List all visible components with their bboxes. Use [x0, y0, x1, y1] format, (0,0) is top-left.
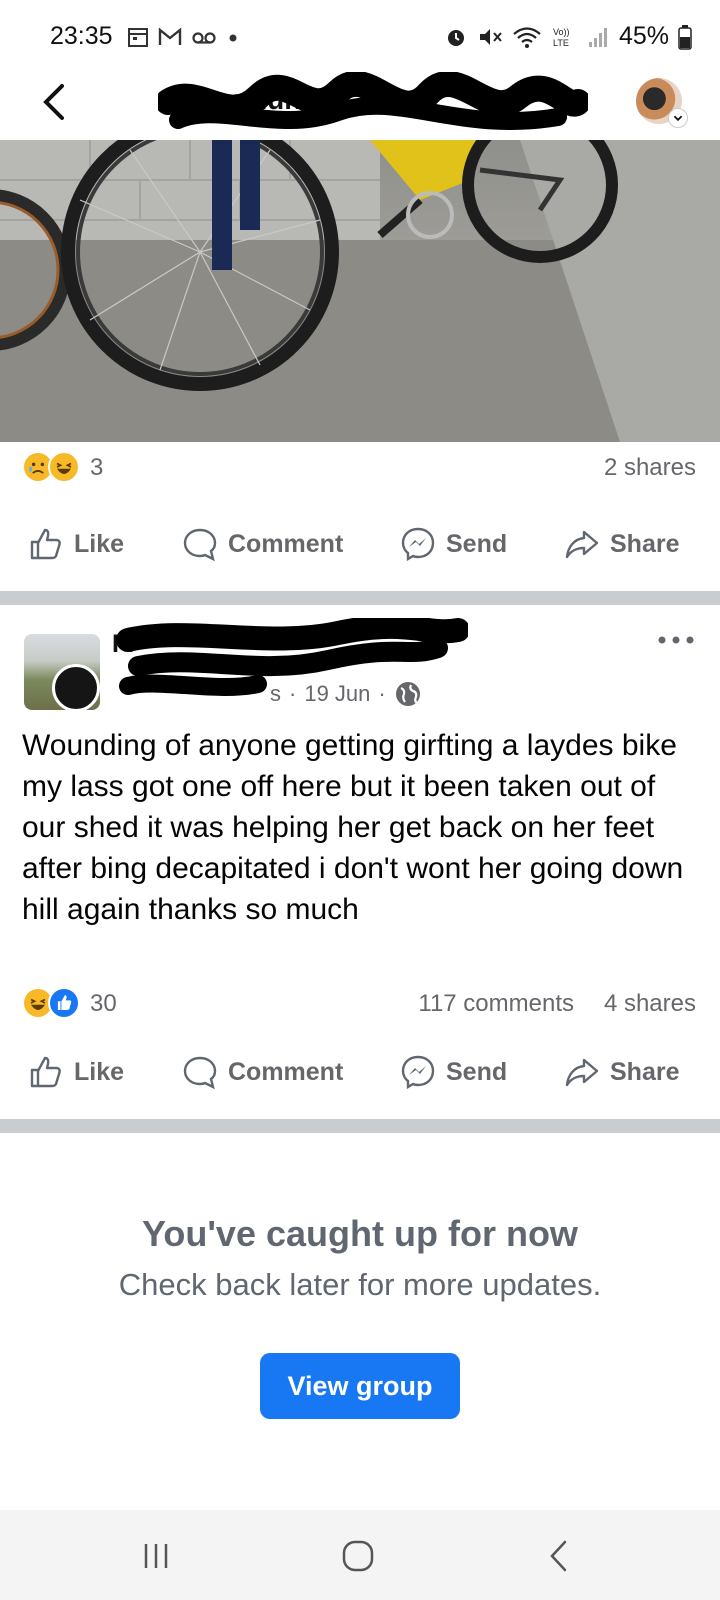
chevron-down-icon[interactable]: [668, 108, 688, 128]
caught-up-title: You've caught up for now: [142, 1213, 578, 1254]
redaction-scribble: [158, 72, 588, 130]
home-icon[interactable]: [338, 1536, 378, 1576]
more-options-icon[interactable]: [654, 628, 698, 652]
status-time: 23:35: [50, 22, 113, 50]
author-avatar[interactable]: [52, 664, 100, 712]
comments-count[interactable]: 117 comments: [418, 990, 574, 1018]
post2-reactions-summary[interactable]: 30 117 comments 4 shares: [0, 983, 720, 1023]
like-icon: [30, 528, 61, 560]
bike-photo: [0, 140, 720, 442]
alarm-icon: [447, 29, 464, 46]
dot-icon: [229, 34, 237, 42]
share-button[interactable]: Share: [564, 1054, 679, 1090]
volte-icon: Vo)) LTE: [553, 27, 570, 48]
post-meta: s · 19 Jun ·: [270, 680, 422, 708]
comment-button[interactable]: Comment: [182, 526, 343, 562]
system-nav-bar: [0, 1510, 720, 1600]
post-text: Wounding of anyone getting girfting a la…: [22, 729, 684, 926]
post1-actions: Like Comment Send Share: [0, 516, 720, 576]
send-button[interactable]: Send: [400, 1054, 507, 1090]
messenger-icon: [401, 527, 435, 562]
svg-text:LTE: LTE: [553, 38, 569, 48]
comment-label: Comment: [228, 1057, 344, 1086]
like-button[interactable]: Like: [28, 526, 124, 562]
status-bar: 23:35 Vo)) LTE 45%: [0, 0, 720, 80]
battery-icon: [678, 24, 692, 50]
messenger-icon: [401, 1055, 435, 1090]
mute-icon: [479, 28, 502, 45]
post1-reactions-summary[interactable]: 3 2 shares: [0, 447, 720, 487]
send-label: Send: [446, 529, 508, 558]
share-button[interactable]: Share: [564, 526, 679, 562]
globe-icon: [395, 682, 420, 706]
comment-label: Comment: [228, 529, 344, 558]
back-icon[interactable]: [540, 1536, 580, 1576]
voicemail-icon: [192, 32, 216, 44]
reaction-count: 30: [90, 990, 117, 1017]
haha-reaction-icon: [48, 451, 80, 483]
post-divider: [0, 591, 720, 605]
group-header: Community: [0, 72, 720, 140]
like-label: Like: [74, 529, 125, 558]
recent-apps-icon[interactable]: [136, 1536, 176, 1576]
send-button[interactable]: Send: [400, 526, 507, 562]
share-icon: [565, 530, 599, 559]
view-group-button[interactable]: View group: [260, 1353, 460, 1419]
back-arrow-icon[interactable]: [36, 78, 76, 126]
send-label: Send: [446, 1057, 508, 1086]
like-icon: [30, 1056, 61, 1088]
post-date[interactable]: 19 Jun: [304, 681, 370, 707]
share-label: Share: [610, 529, 680, 558]
gmail-icon: [158, 27, 182, 45]
meta-suffix: s: [270, 681, 281, 706]
post2-actions: Like Comment Send Share: [0, 1044, 720, 1104]
calendar-icon: [128, 28, 148, 47]
meta-separator: ·: [289, 681, 297, 706]
svg-text:Vo)): Vo)): [553, 27, 570, 37]
comment-icon: [183, 528, 217, 562]
comment-icon: [183, 1056, 217, 1090]
shares-count[interactable]: 4 shares: [604, 990, 696, 1018]
post-photo[interactable]: [0, 140, 720, 442]
comment-button[interactable]: Comment: [182, 1054, 343, 1090]
battery-percent: 45%: [618, 22, 669, 50]
share-label: Share: [610, 1057, 680, 1086]
like-button[interactable]: Like: [28, 1054, 124, 1090]
shares-count[interactable]: 2 shares: [604, 454, 696, 482]
like-label: Like: [74, 1057, 125, 1086]
signal-icon: [588, 27, 607, 47]
reaction-count: 3: [90, 454, 104, 481]
wifi-icon: [513, 26, 541, 48]
caught-up-subtitle: Check back later for more updates.: [118, 1267, 602, 1302]
meta-separator: ·: [378, 681, 386, 706]
share-icon: [565, 1058, 599, 1087]
post-divider: [0, 1119, 720, 1133]
like-reaction-icon: [48, 987, 80, 1019]
